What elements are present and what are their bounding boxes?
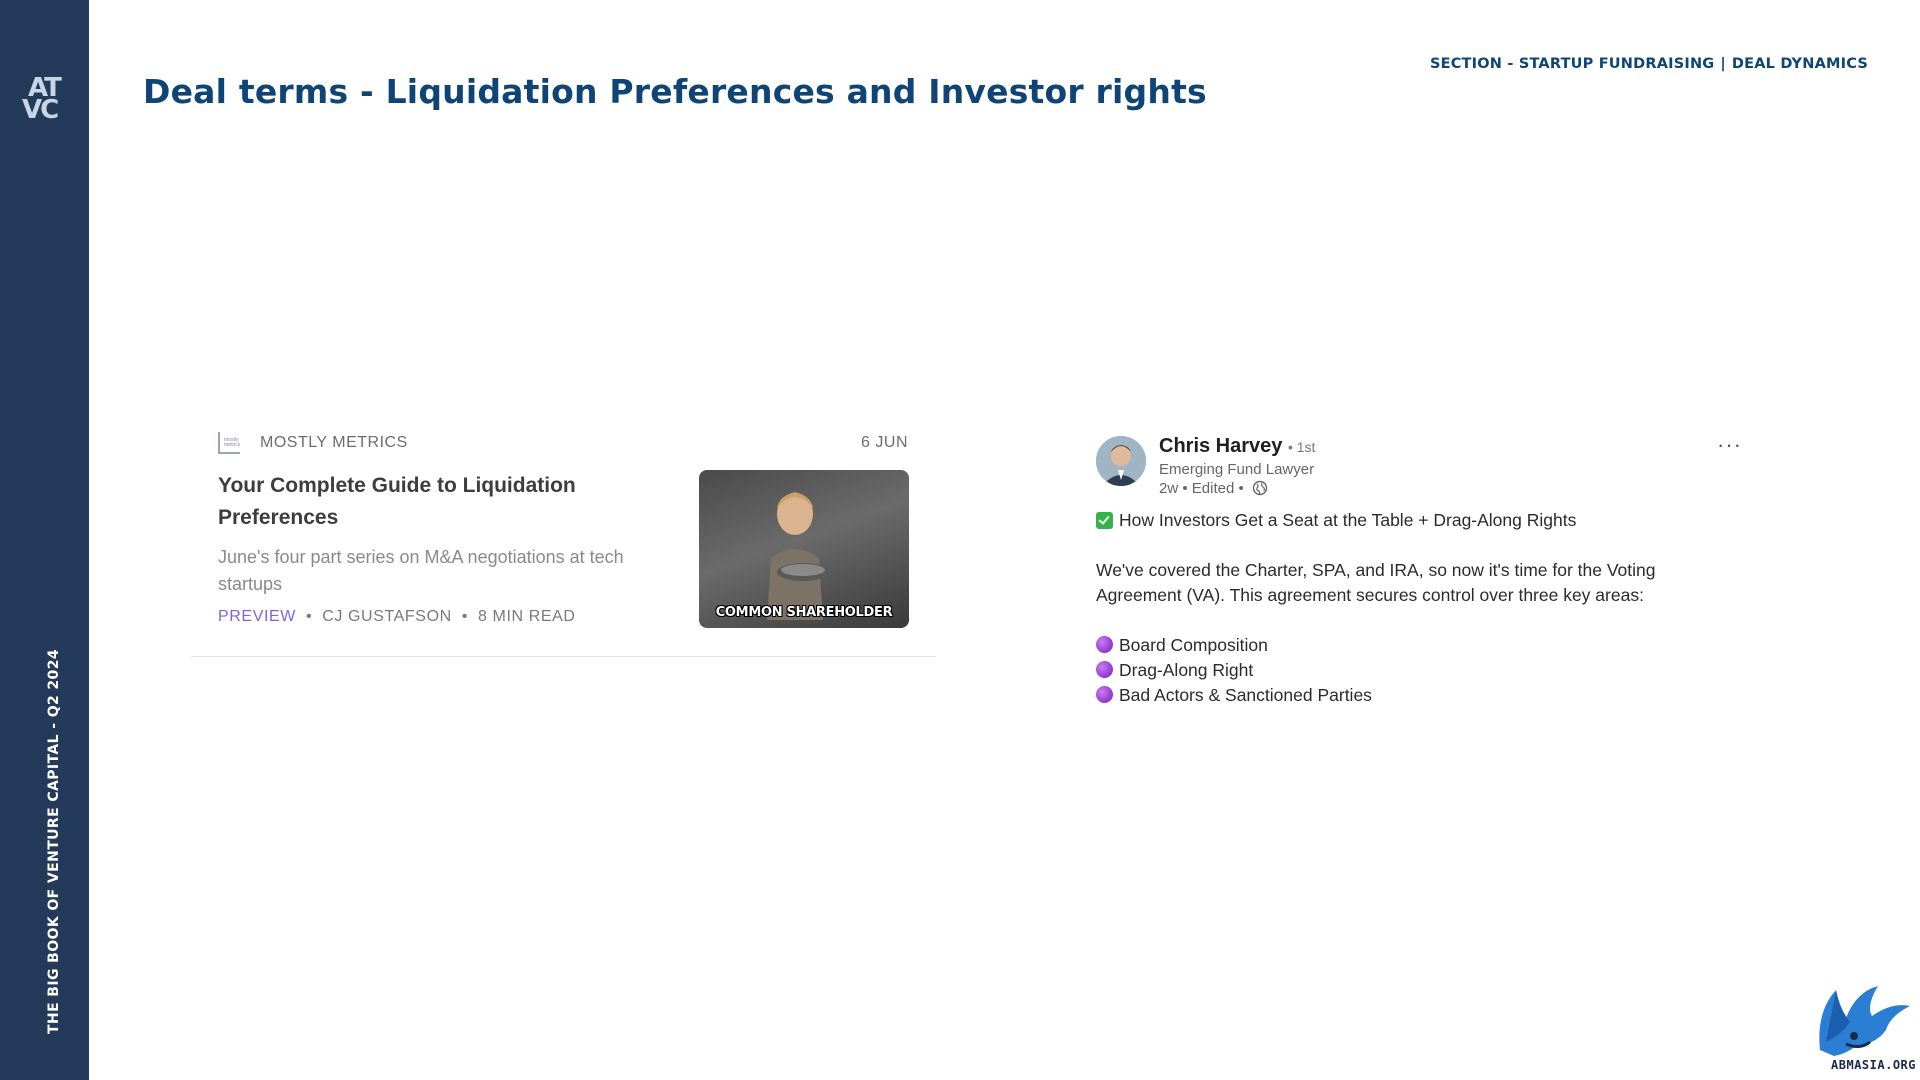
article-description: June's four part series on M&A negotiati… xyxy=(218,547,624,594)
meta-separator: • xyxy=(461,608,468,625)
bird-logo-icon xyxy=(1819,986,1910,1056)
article-title[interactable]: Your Complete Guide to Liquidation Prefe… xyxy=(218,470,618,534)
section-breadcrumb: SECTION - STARTUP FUNDRAISING | DEAL DYNAM… xyxy=(1430,56,1868,72)
article-meta: PREVIEW • CJ GUSTAFSON • 8 MIN READ xyxy=(218,608,576,626)
publication-logo-icon: mostly metrics xyxy=(218,432,240,454)
article-author: CJ GUSTAFSON xyxy=(322,608,452,625)
slide: AT VC THE BIG BOOK OF VENTURE CAPITAL - … xyxy=(0,0,1920,1080)
purple-circle-icon xyxy=(1096,686,1113,703)
list-item-text: Board Composition xyxy=(1119,635,1268,655)
logo-text-bottom: VC xyxy=(22,95,59,125)
article-date: 6 JUN xyxy=(861,434,908,451)
article-thumbnail[interactable]: COMMON SHAREHOLDER xyxy=(699,470,909,628)
child-figure-illustration xyxy=(767,492,829,620)
post-headline: How Investors Get a Seat at the Table + … xyxy=(1096,508,1576,533)
author-name[interactable]: Chris Harvey • 1st xyxy=(1159,435,1315,458)
list-item-text: Drag-Along Right xyxy=(1119,660,1254,680)
post-time-text: 2w • Edited • xyxy=(1159,480,1244,497)
page-title: Deal terms - Liquidation Preferences and… xyxy=(143,72,1207,111)
thumbnail-caption: COMMON SHAREHOLDER xyxy=(715,605,893,620)
avatar-portrait xyxy=(1096,436,1146,486)
list-item-text: Bad Actors & Sanctioned Parties xyxy=(1119,685,1372,705)
avatar[interactable] xyxy=(1096,436,1146,486)
meta-separator: • xyxy=(306,608,313,625)
author-name-text[interactable]: Chris Harvey xyxy=(1159,435,1282,457)
post-headline-text: How Investors Get a Seat at the Table + … xyxy=(1119,510,1577,530)
list-item: Board Composition xyxy=(1096,633,1268,658)
article-card[interactable]: mostly metrics MOSTLY METRICS 6 JUN Your … xyxy=(191,422,936,657)
section-separator: | xyxy=(1720,56,1726,72)
article-read-time: 8 MIN READ xyxy=(477,608,576,625)
section-name: SECTION - STARTUP FUNDRAISING xyxy=(1429,56,1715,72)
post-timestamp: 2w • Edited • xyxy=(1159,480,1268,497)
purple-circle-icon xyxy=(1096,661,1113,678)
watermark-text: ABMASIA.ORG xyxy=(1831,1058,1916,1072)
preview-link[interactable]: PREVIEW xyxy=(218,608,296,625)
connection-degree: • 1st xyxy=(1287,439,1316,455)
sidebar: AT VC THE BIG BOOK OF VENTURE CAPITAL - … xyxy=(0,0,89,1080)
publication-name: MOSTLY METRICS xyxy=(260,434,408,451)
atvc-logo: AT VC xyxy=(22,75,66,132)
list-item: Bad Actors & Sanctioned Parties xyxy=(1096,683,1372,708)
linkedin-post: Chris Harvey • 1st Emerging Fund Lawyer … xyxy=(1096,432,1756,712)
list-item: Drag-Along Right xyxy=(1096,658,1253,683)
post-paragraph-line: We've covered the Charter, SPA, and IRA,… xyxy=(1096,560,1656,580)
more-options-icon[interactable]: ··· xyxy=(1717,432,1742,458)
purple-circle-icon xyxy=(1096,636,1113,653)
checkmark-icon xyxy=(1096,512,1113,529)
subsection-name: DEAL DYNAMICS xyxy=(1731,56,1868,72)
author-headline: Emerging Fund Lawyer xyxy=(1159,461,1315,478)
sidebar-vertical-title: THE BIG BOOK OF VENTURE CAPITAL - Q2 202… xyxy=(46,649,62,1034)
globe-icon xyxy=(1252,480,1268,496)
post-paragraph-line: Agreement (VA). This agreement secures c… xyxy=(1096,585,1644,605)
